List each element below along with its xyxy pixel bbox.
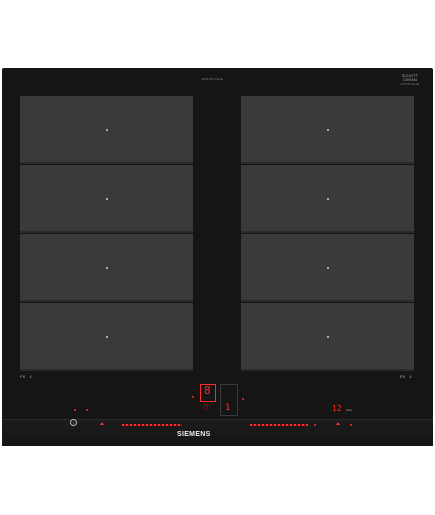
bridge-icon: ⅄ (29, 374, 32, 379)
flex-label-left: FX ⅄ (20, 374, 32, 379)
zone-center-dot (106, 198, 108, 200)
glass-model-text: EX675LXE1E (400, 82, 419, 86)
zone-center-dot (106, 129, 108, 131)
power-level-display: 8 (204, 384, 211, 397)
zone-right-3[interactable] (241, 234, 414, 302)
zone-center-dot (327, 267, 329, 269)
flex-text-left: FX (20, 374, 26, 379)
left-indicator-2 (86, 409, 88, 411)
zone-left-3[interactable] (20, 234, 193, 302)
boost-left-icon[interactable] (100, 422, 104, 425)
secondary-display: 0 (203, 403, 209, 413)
zone-center-dot (327, 129, 329, 131)
schott-ceran-logo: SCHOTT CERAN EX675LXE1E (400, 74, 419, 87)
boost-right-icon[interactable] (336, 422, 340, 425)
right-display: 1 (225, 403, 231, 413)
zone-indicator-right (242, 398, 244, 400)
timer-digits: 12 (332, 404, 342, 413)
zone-left-1[interactable] (20, 96, 193, 164)
zone-left-4[interactable] (20, 303, 193, 371)
center-divider (193, 357, 241, 388)
zone-center-dot (327, 336, 329, 338)
flex-label-right: FX ⅄ (400, 374, 412, 379)
cooktop-panel: EX675LXE1E SCHOTT CERAN EX675LXE1E FX ⅄ … (2, 68, 433, 446)
timer-dot[interactable] (350, 424, 352, 426)
control-strip (2, 419, 433, 446)
zone-right-4[interactable] (241, 303, 414, 371)
zone-indicator (192, 396, 194, 398)
power-slider-right[interactable] (250, 424, 308, 426)
bridge-icon: ⅄ (409, 374, 412, 379)
siemens-logo: SIEMENS (177, 431, 211, 438)
zone-center-dot (327, 198, 329, 200)
zone-right-1[interactable] (241, 96, 414, 164)
zone-right-2[interactable] (241, 165, 414, 233)
zone-center-dot (106, 267, 108, 269)
timer-display: 12 min (332, 404, 352, 413)
timer-unit: min (346, 408, 352, 412)
flex-text-right: FX (400, 374, 406, 379)
left-indicator-1 (74, 409, 76, 411)
info-icon[interactable]: i (70, 419, 77, 426)
zone-center-dot (106, 336, 108, 338)
zone-left-2[interactable] (20, 165, 193, 233)
slider-end-dot (314, 424, 316, 426)
power-slider-left[interactable] (122, 424, 182, 426)
